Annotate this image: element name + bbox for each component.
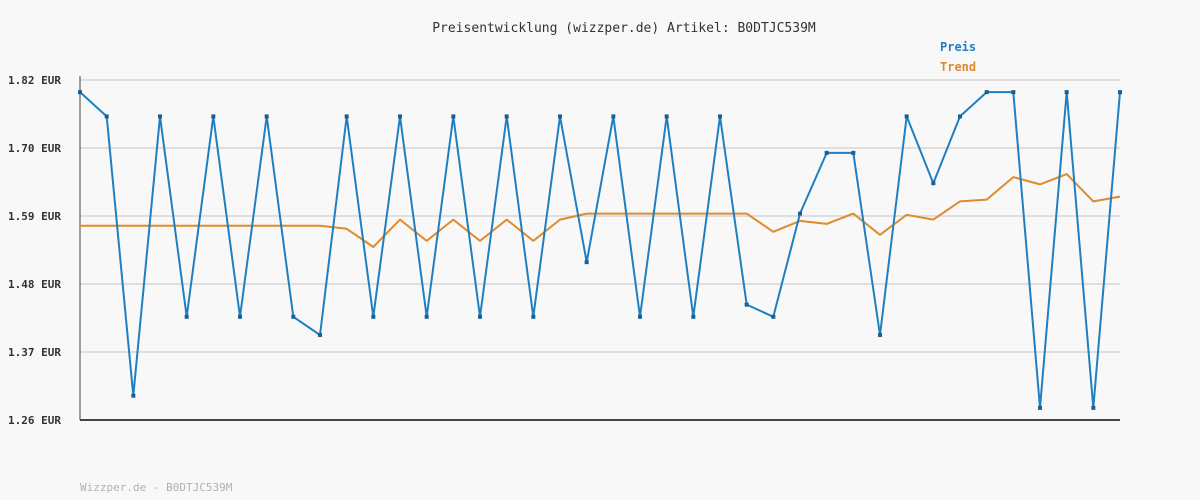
data-point [904,114,909,119]
y-tick-label: 1.70 EUR [8,142,61,155]
data-point [851,150,856,155]
data-point [424,314,429,319]
data-point [931,181,936,186]
data-point [398,114,402,119]
footer-text: Wizzper.de - B0DTJC539M [80,481,233,494]
grid-lines [80,79,1120,353]
data-point [318,333,322,337]
y-axis-ticks: 1.82 EUR 1.70 EUR 1.59 EUR 1.48 EUR 1.37 EUR… [8,74,61,427]
data-point [744,302,749,307]
data-point [238,314,242,319]
axes [79,76,1120,421]
series-layer [78,90,1122,410]
y-tick-label: 1.48 EUR [8,278,61,291]
price-chart: Preisentwicklung (wizzper.de) Artikel: B… [8,21,1122,494]
y-tick-label: 1.26 EUR [8,414,61,427]
data-point [1011,90,1016,95]
data-point [984,90,989,95]
data-point [638,314,642,319]
data-point [371,314,376,319]
series-line-preis [79,91,1121,409]
data-point [344,114,349,119]
data-point [291,314,296,319]
data-point [691,314,696,319]
chart-title: Preisentwicklung (wizzper.de) Artikel: B… [432,21,816,36]
data-point [211,114,216,119]
y-tick-label: 1.59 EUR [8,210,61,223]
data-point [184,314,189,319]
data-point [104,114,109,119]
data-point [664,114,669,119]
data-point [78,90,82,95]
data-point [1064,90,1069,95]
data-point [264,114,269,119]
legend-preis-label: Preis [940,40,976,54]
data-point [558,114,562,119]
data-point [771,314,776,319]
data-point [584,260,589,265]
data-point [1091,405,1096,410]
data-point [131,393,136,398]
data-point [611,114,616,119]
data-point [958,114,962,119]
data-point [1038,405,1042,410]
data-point [798,211,802,216]
data-point [1118,90,1122,95]
data-point [824,150,829,155]
data-point [478,314,482,319]
data-point [451,114,456,119]
data-point [878,333,882,337]
y-tick-label: 1.82 EUR [8,74,61,87]
legend-trend-label: Trend [940,60,976,74]
data-point [504,114,509,119]
data-point [158,114,162,119]
data-point [718,114,722,119]
data-point [531,314,536,319]
y-tick-label: 1.37 EUR [8,346,61,359]
